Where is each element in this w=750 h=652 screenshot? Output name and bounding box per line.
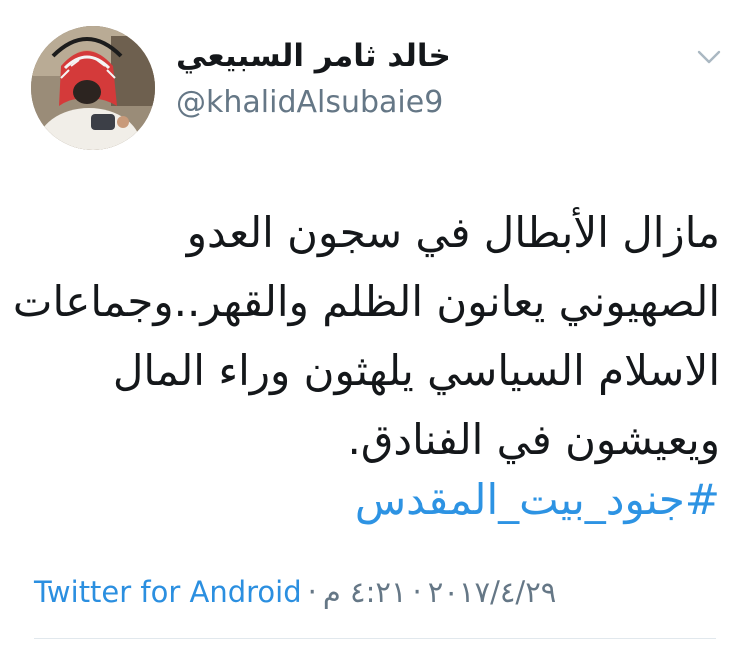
avatar-photo <box>31 26 155 150</box>
tweet-time[interactable]: ٤:٢١ م <box>323 575 407 609</box>
chevron-down-icon[interactable] <box>696 48 722 66</box>
user-handle[interactable]: @khalidAlsubaie9 <box>176 84 443 122</box>
display-name[interactable]: خالد ثامر السبيعي <box>176 36 451 76</box>
meta-separator: · <box>307 575 317 609</box>
meta-separator: · <box>412 575 422 609</box>
tweet-text-line: الاسلام السياسي يلهثون وراء المال <box>112 346 720 395</box>
source-link[interactable]: Twitter for Android <box>34 575 302 609</box>
avatar[interactable] <box>31 26 155 150</box>
tweet-text-line: مازال الأبطال في سجون العدو <box>186 208 720 257</box>
tweet-meta: Twitter for Android · ٢٠١٧/٤/٢٩·٤:٢١ م <box>34 572 556 612</box>
tweet-text-line: ويعيشون في الفنادق. <box>347 415 720 464</box>
tweet-card: خالد ثامر السبيعي @khalidAlsubaie9 مازال… <box>0 0 750 652</box>
tweet-text: مازال الأبطال في سجون العدو الصهيوني يعا… <box>12 198 720 474</box>
tweet-date[interactable]: ٢٠١٧/٤/٢٩ <box>428 575 557 609</box>
divider <box>34 638 716 639</box>
tweet-text-line: الصهيوني يعانون الظلم والقهر..وجماعات <box>12 277 720 326</box>
hashtag-link[interactable]: #جنود_بيت_المقدس <box>355 470 720 530</box>
